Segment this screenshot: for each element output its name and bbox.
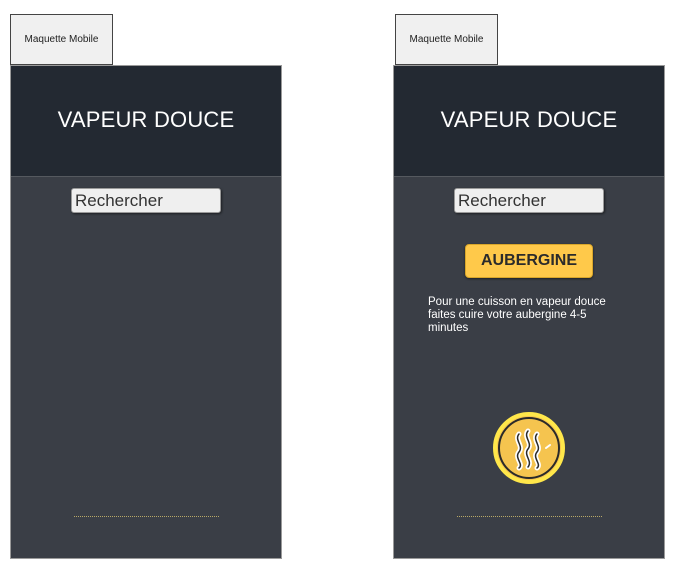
dotted-divider	[457, 516, 602, 517]
mockup-tab-label: Maquette Mobile	[395, 14, 498, 65]
phone-screen: VAPEUR DOUCE	[10, 65, 282, 559]
search-input[interactable]	[454, 188, 604, 213]
steam-button[interactable]	[493, 412, 565, 484]
phone-screen: VAPEUR DOUCE AUBERGINE Pour une cuisson …	[393, 65, 665, 559]
mockup-tab-label: Maquette Mobile	[10, 14, 113, 65]
steam-icon	[515, 428, 551, 471]
vegetable-button[interactable]: AUBERGINE	[465, 244, 593, 278]
dotted-divider	[74, 516, 219, 517]
app-header: VAPEUR DOUCE	[394, 66, 664, 177]
search-input[interactable]	[71, 188, 221, 213]
cooking-description: Pour une cuisson en vapeur douce faites …	[428, 296, 606, 334]
app-header: VAPEUR DOUCE	[11, 66, 281, 177]
app-title: VAPEUR DOUCE	[440, 107, 618, 132]
app-title: VAPEUR DOUCE	[57, 107, 235, 132]
